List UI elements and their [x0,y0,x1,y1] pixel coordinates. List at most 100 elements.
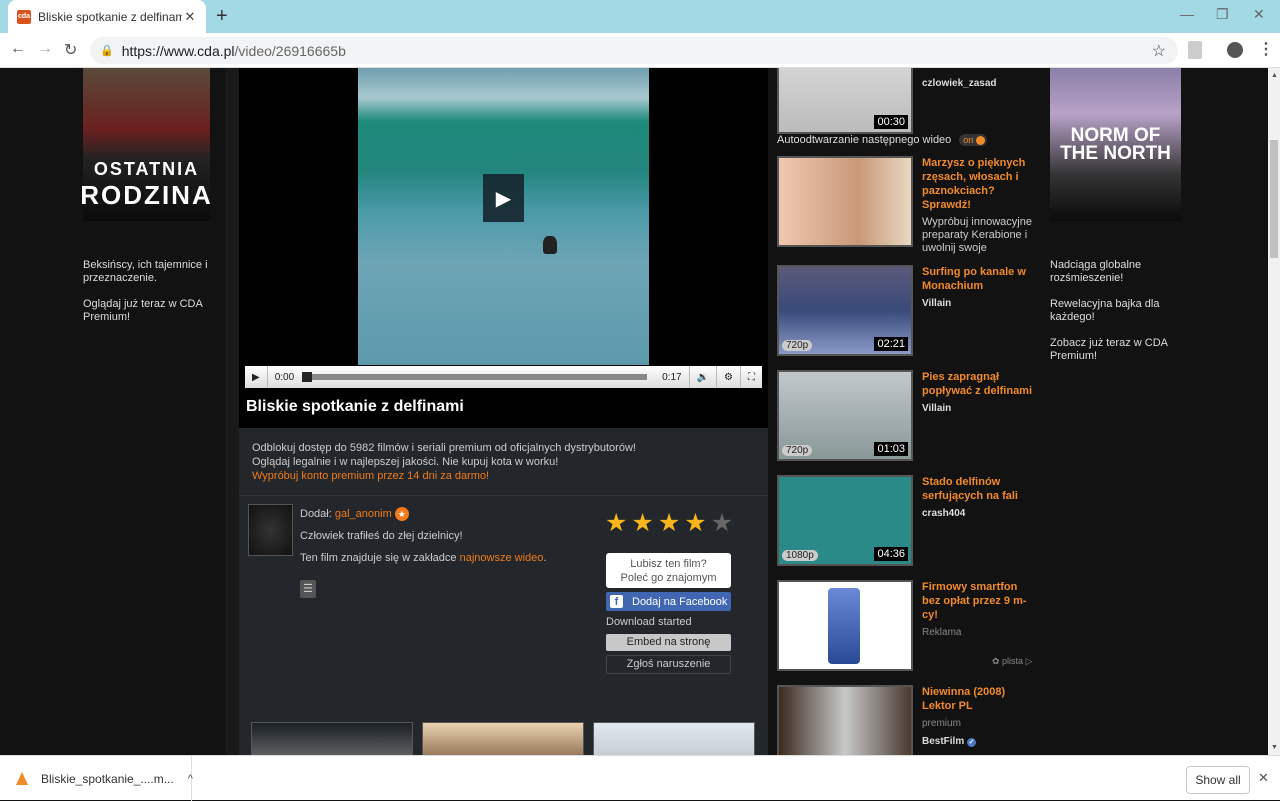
autoplay-label: Autoodtwarzanie następnego wideo [777,134,952,146]
video-thumbnail[interactable] [777,685,913,755]
rating-star-4[interactable]: ★ [684,508,706,538]
ostatnia-rodzina-poster[interactable]: OSTATNIA RODZINA [80,68,211,221]
show-all-button[interactable]: Show all [1186,766,1250,794]
rating-star-5[interactable]: ★ [711,508,733,538]
item-title[interactable]: Stado delfinów serfujących na fali [922,475,1034,503]
video-thumbnail[interactable] [777,156,913,247]
close-shelf-icon[interactable]: ✕ [1258,770,1269,786]
video-info: Dodał: gal_anonim ★ Człowiek trafiłeś do… [300,507,546,573]
promo-line: Oglądaj legalnie i w najlepszej jakości.… [252,456,559,468]
right-ad-cta[interactable]: Zobacz już teraz w CDA Premium! [1050,337,1181,363]
premium-promo: Odblokuj dostęp do 5982 filmów i seriali… [252,441,636,483]
item-title[interactable]: Pies zapragnął popływać z delfinami [922,370,1034,398]
seek-handle[interactable] [302,372,313,382]
rating-star-2[interactable]: ★ [631,508,653,538]
play-icon[interactable]: ▶ [245,366,268,388]
category-link[interactable]: najnowsze wideo [460,552,544,564]
scroll-down-icon[interactable]: ▼ [1271,744,1278,751]
video-player[interactable]: ▶ ▶ 0:00 0:17 🔉 ⚙ ⛶ Bliskie spotkanie z … [239,68,768,428]
uploader-avatar[interactable] [248,504,293,556]
current-time: 0:00 [274,371,295,383]
item-title[interactable]: Firmowy smartfon bez opłat przez 9 m-cy! [922,580,1034,622]
back-icon[interactable]: ← [10,40,26,58]
premium-label: premium [922,718,961,729]
related-thumb[interactable] [593,722,755,755]
author[interactable]: crash404 [922,507,1034,521]
video-thumbnail[interactable]: 720p 02:21 [777,265,913,356]
embed-button[interactable]: Embed na stronę [606,634,731,651]
divider [239,495,768,496]
fb-prompt-line: Lubisz ten film? [630,558,707,570]
extension-icon[interactable] [1188,41,1202,59]
download-filename: Bliskie_spotkanie_....m... [41,771,174,786]
rating-star-1[interactable]: ★ [605,508,627,538]
menu-list-icon[interactable]: ☰ [300,580,316,598]
premium-trial-link[interactable]: Wypróbuj konto premium przez 14 dni za d… [252,469,636,483]
rating-star-3[interactable]: ★ [658,508,680,538]
profile-icon[interactable] [1227,42,1243,58]
minimize-icon[interactable]: — [1180,6,1194,22]
author[interactable]: BestFilm [922,736,964,747]
url-input[interactable]: 🔒 https://www.cda.pl/video/26916665b ☆ [90,37,1178,64]
related-thumb[interactable] [251,722,413,755]
plista-logo[interactable]: ✿ plista ▷ [992,656,1032,667]
quality-badge: 1080p [782,550,818,561]
category-suffix: . [543,552,547,564]
item-desc: Wypróbuj innowacyjne preparaty Kerabione… [922,216,1032,254]
video-thumbnail[interactable]: 720p 01:03 [777,370,913,461]
settings-icon[interactable]: ⚙ [717,366,741,388]
fb-button-label: Dodaj na Facebook [632,595,728,608]
volume-icon[interactable]: 🔉 [690,366,718,388]
video-thumbnail[interactable]: 00:30 [777,68,913,134]
maximize-icon[interactable]: ❐ [1216,6,1229,23]
uploader-link[interactable]: gal_anonim [335,508,392,520]
scroll-up-icon[interactable]: ▲ [1271,72,1278,79]
forward-icon[interactable]: → [37,40,53,58]
video-thumbnail[interactable]: 1080p 04:36 [777,475,913,566]
dolphin-fin [543,236,557,254]
left-ad-cta[interactable]: Oglądaj już teraz w CDA Premium! [83,298,210,324]
toggle-dot [976,135,986,145]
duration-badge: 04:36 [874,547,908,561]
item-title[interactable]: Niewinna (2008) Lektor PL [922,685,1034,713]
new-tab-button[interactable]: + [216,5,228,28]
fullscreen-icon[interactable]: ⛶ [741,366,762,388]
author[interactable]: czlowiek_zasad [922,77,1034,91]
added-by-label: Dodał: [300,508,332,520]
video-title: Bliskie spotkanie z delfinami [246,398,464,415]
rating-stars[interactable]: ★ ★ ★ ★ ★ [605,508,733,538]
player-controls: ▶ 0:00 0:17 🔉 ⚙ ⛶ [245,366,762,388]
chevron-up-icon[interactable]: ^ [188,773,193,785]
related-thumb[interactable] [422,722,584,755]
seek-bar[interactable] [302,372,648,382]
author[interactable]: Villain [922,297,1034,311]
plista-label: plista [1002,656,1024,666]
norm-of-the-north-poster[interactable]: NORM OF THE NORTH [1050,68,1181,221]
video-frame[interactable]: ▶ [358,68,649,365]
left-ad[interactable]: OSTATNIA RODZINA Beksińscy, ich tajemnic… [80,68,211,337]
page-scrollbar[interactable]: ▲ ▼ [1268,68,1280,755]
close-window-icon[interactable]: ✕ [1253,6,1265,23]
ad-thumbnail[interactable] [777,580,913,671]
tab-close-icon[interactable]: ✕ [182,9,198,25]
gutter [225,68,239,755]
download-item[interactable]: Bliskie_spotkanie_....m... ^ [0,756,193,801]
author[interactable]: Villain [922,402,1034,416]
right-ad-text: Nadciąga globalne rozśmieszenie! [1050,259,1142,284]
browser-tab[interactable]: cda Bliskie spotkanie z delfinami - wi ✕ [8,0,206,33]
bookmark-star-icon[interactable]: ☆ [1152,41,1166,61]
fb-prompt-line: Poleć go znajomym [620,572,717,584]
facebook-share-button[interactable]: f Dodaj na Facebook [606,592,731,611]
report-button[interactable]: Zgłoś naruszenie [606,655,731,674]
autoplay-toggle[interactable]: on [959,134,988,146]
scroll-thumb[interactable] [1270,140,1278,258]
item-title[interactable]: Surfing po kanale w Monachium [922,265,1034,293]
reload-icon[interactable]: ↻ [64,40,77,60]
right-ad[interactable]: NORM OF THE NORTH Nadciąga globalne rozś… [1050,68,1181,376]
menu-dots-icon[interactable]: ⋮ [1258,39,1274,59]
item-title[interactable]: Marzysz o pięknych rzęsach, włosach i pa… [922,156,1034,212]
play-overlay-icon[interactable]: ▶ [483,174,524,222]
duration: 0:17 [655,366,690,388]
tab-title: Bliskie spotkanie z delfinami - wi [38,9,182,24]
promo-line: Odblokuj dostęp do 5982 filmów i seriali… [252,442,636,454]
